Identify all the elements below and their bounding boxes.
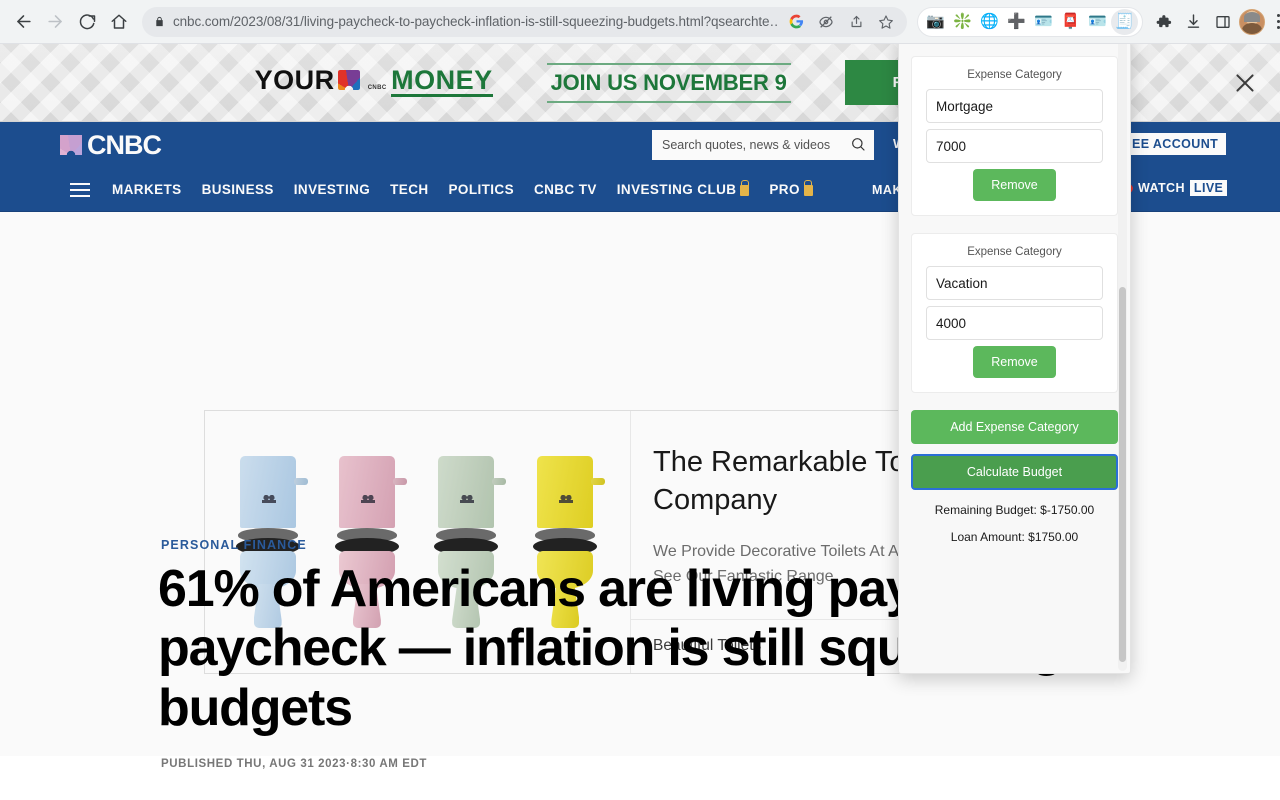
- search-icon[interactable]: [850, 136, 866, 155]
- calculate-budget-button[interactable]: Calculate Budget: [911, 454, 1118, 490]
- add-expense-category-button[interactable]: Add Expense Category: [911, 410, 1118, 444]
- remove-button[interactable]: Remove: [973, 169, 1056, 201]
- green-plus-icon[interactable]: ➕: [1003, 9, 1030, 35]
- nav-label: CNBC TV: [533, 182, 597, 197]
- cnbc-peacock-icon: [60, 135, 82, 155]
- your-money-logo: YOUR CNBC MONEY: [254, 65, 493, 97]
- search-placeholder: Search quotes, news & videos: [662, 138, 831, 152]
- your-money-logo-top: YOUR CNBC: [254, 65, 387, 96]
- expense-category-label: Expense Category: [967, 69, 1062, 81]
- expense-card-mortgage: Expense Category Mortgage 7000 Remove: [911, 56, 1118, 216]
- lock-icon: [154, 15, 165, 28]
- popup-scrollbar-thumb[interactable]: [1119, 287, 1126, 662]
- back-arrow-icon[interactable]: [8, 7, 38, 37]
- nav-items: MARKETS BUSINESS INVESTING TECH POLITICS…: [112, 182, 813, 197]
- hamburger-menu-icon[interactable]: [70, 182, 90, 197]
- lock-icon: [803, 184, 813, 196]
- article-published-date: PUBLISHED THU, AUG 31 2023·8:30 AM EDT: [161, 758, 428, 770]
- expense-card-vacation: Expense Category Vacation 4000 Remove: [911, 233, 1118, 393]
- remove-button[interactable]: Remove: [973, 346, 1056, 378]
- nav-item-cnbc-tv[interactable]: CNBC TV: [534, 182, 597, 197]
- close-icon[interactable]: [1232, 70, 1258, 96]
- nav-item-tech[interactable]: TECH: [390, 182, 428, 197]
- bookmark-star-icon[interactable]: [875, 11, 897, 33]
- cnbc-wordmark-small: CNBC: [367, 85, 387, 92]
- watch-label: WATCH: [1138, 181, 1185, 195]
- nav-item-pro[interactable]: PRO: [769, 182, 813, 197]
- extensions-puzzle-icon[interactable]: [1149, 8, 1177, 36]
- live-badge: LIVE: [1189, 180, 1228, 196]
- zip-code-badge-icon[interactable]: 🪪: [1030, 9, 1057, 35]
- popup-scroll-area: Remove Expense Category Mortgage 7000 Re…: [899, 31, 1130, 673]
- profile-avatar[interactable]: [1239, 8, 1265, 35]
- banner-tagline: JOIN US NOVEMBER 9: [546, 62, 791, 103]
- google-icon[interactable]: [785, 11, 807, 33]
- nav-item-investing-club[interactable]: INVESTING CLUB: [617, 182, 750, 197]
- download-icon[interactable]: [1179, 8, 1207, 36]
- free-account-button[interactable]: EE ACCOUNT: [1124, 133, 1227, 155]
- nav-item-markets[interactable]: MARKETS: [112, 182, 182, 197]
- loan-amount-text: Loan Amount: $1750.00: [950, 530, 1079, 544]
- article-kicker[interactable]: PERSONAL FINANCE: [161, 538, 307, 552]
- budget-calculator-icon[interactable]: 🧾: [1111, 8, 1138, 35]
- camera-icon[interactable]: 📷: [922, 9, 949, 35]
- nav-label: POLITICS: [448, 182, 514, 197]
- no-tracking-icon[interactable]: [815, 11, 837, 33]
- zip-code-badge-2-icon[interactable]: 🪪: [1084, 9, 1111, 35]
- lock-icon: [740, 184, 750, 196]
- extension-tray: 📷 ❇️ 🌐 ➕ 🪪 📮 🪪 🧾: [917, 6, 1143, 37]
- expense-category-label: Expense Category: [967, 246, 1062, 258]
- kebab-menu-icon[interactable]: [1267, 8, 1280, 36]
- cnbc-logo[interactable]: CNBC: [60, 129, 162, 161]
- snowflake-icon[interactable]: ❇️: [949, 9, 976, 35]
- expense-amount-input[interactable]: 4000: [926, 306, 1103, 340]
- nav-label: MARKETS: [112, 182, 182, 197]
- search-input[interactable]: Search quotes, news & videos: [652, 130, 874, 160]
- nav-item-investing[interactable]: INVESTING: [294, 182, 370, 197]
- navigation-buttons: [0, 7, 134, 37]
- expense-name-input[interactable]: Vacation: [926, 266, 1103, 300]
- home-icon[interactable]: [104, 7, 134, 37]
- cnbc-wordmark: CNBC: [87, 129, 162, 160]
- side-panel-icon[interactable]: [1209, 8, 1237, 36]
- expense-amount-input[interactable]: 7000: [926, 129, 1103, 163]
- your-money-logo-your: YOUR: [254, 65, 335, 96]
- screen: cnbc.com/2023/08/31/living-paycheck-to-p…: [0, 0, 1280, 800]
- reload-icon[interactable]: [72, 7, 102, 37]
- nav-label: INVESTING CLUB: [616, 182, 737, 197]
- browser-toolbar: cnbc.com/2023/08/31/living-paycheck-to-p…: [0, 0, 1280, 44]
- remaining-budget-text: Remaining Budget: $-1750.00: [934, 503, 1095, 517]
- forward-arrow-icon[interactable]: [40, 7, 70, 37]
- address-bar[interactable]: cnbc.com/2023/08/31/living-paycheck-to-p…: [142, 6, 907, 37]
- nav-item-politics[interactable]: POLITICS: [449, 182, 514, 197]
- expense-name-input[interactable]: Mortgage: [926, 89, 1103, 123]
- url-text: cnbc.com/2023/08/31/living-paycheck-to-p…: [173, 14, 777, 29]
- nav-label: TECH: [390, 182, 429, 197]
- share-icon[interactable]: [845, 11, 867, 33]
- red-mail-icon[interactable]: 📮: [1057, 9, 1084, 35]
- nav-item-business[interactable]: BUSINESS: [202, 182, 274, 197]
- globe-coin-icon[interactable]: 🌐: [976, 9, 1003, 35]
- peacock-icon: CNBC: [337, 68, 387, 93]
- your-money-logo-money: MONEY: [391, 65, 493, 97]
- chrome-tail-buttons: [1149, 8, 1280, 36]
- nav-label: PRO: [769, 182, 800, 197]
- nav-label: BUSINESS: [201, 182, 274, 197]
- nav-label: INVESTING: [293, 182, 371, 197]
- watch-live-button[interactable]: WATCH LIVE: [1124, 180, 1228, 196]
- budget-extension-popup: Remove Expense Category Mortgage 7000 Re…: [898, 30, 1131, 674]
